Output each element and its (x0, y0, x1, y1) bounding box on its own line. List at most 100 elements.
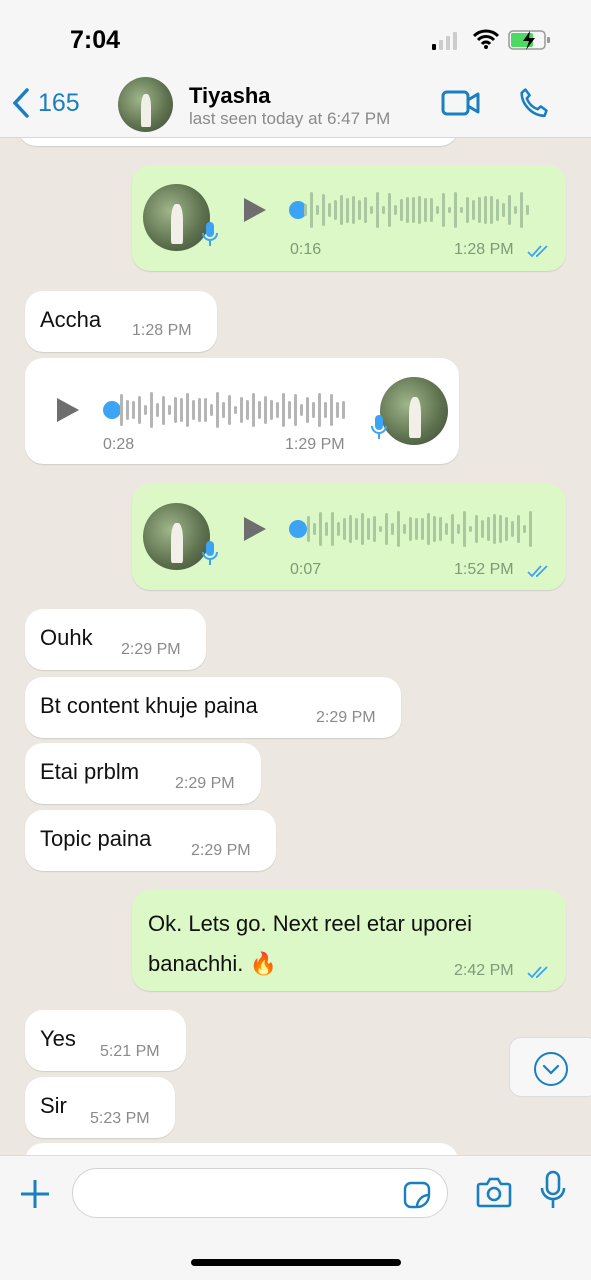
sticker-icon[interactable] (403, 1181, 431, 1209)
microphone-icon[interactable] (539, 1170, 567, 1210)
waveform-bar (448, 206, 451, 214)
message-text: Etai prblm (40, 759, 140, 784)
waveform-bar (370, 206, 373, 214)
waveform-bar (424, 197, 427, 223)
contact-name[interactable]: Tiyasha (189, 83, 271, 109)
read-ticks-icon (527, 245, 548, 258)
waveform-bar (234, 406, 237, 414)
waveform-bar (204, 397, 207, 423)
message-in[interactable]: Accha 1:28 PM (25, 291, 217, 352)
back-button[interactable]: 165 (12, 88, 80, 118)
home-indicator[interactable] (191, 1259, 401, 1266)
waveform-bar (270, 399, 273, 421)
read-ticks-icon (527, 966, 548, 979)
waveform-bar (126, 399, 129, 421)
waveform-bar (421, 517, 424, 541)
scroll-to-bottom-button[interactable] (509, 1037, 591, 1097)
waveform-bar (472, 199, 475, 221)
plus-icon[interactable] (19, 1178, 51, 1210)
voice-message-out[interactable]: 0:07 1:52 PM (132, 484, 566, 590)
last-seen: last seen today at 6:47 PM (189, 109, 391, 128)
waveform-bar (436, 205, 439, 215)
waveform-bar (505, 516, 508, 542)
waveform-bar (427, 513, 430, 545)
status-time: 7:04 (70, 26, 121, 54)
waveform-bar (454, 192, 457, 228)
mic-icon (202, 222, 218, 246)
waveform-bar (307, 516, 310, 542)
sender-avatar (143, 184, 210, 251)
voice-message-out[interactable]: 0:16 1:28 PM (132, 165, 566, 271)
waveform-bar (475, 515, 478, 543)
waveform-bar (216, 392, 219, 428)
waveform-bar (180, 398, 183, 422)
message-time: 2:29 PM (316, 709, 376, 726)
waveform-bar (304, 204, 307, 216)
waveform-bar (343, 518, 346, 540)
waveform-bar (150, 392, 153, 428)
waveform-bar (460, 206, 463, 214)
waveform-bar (340, 195, 343, 225)
waveform-bar (529, 511, 532, 547)
voice-duration: 0:07 (290, 561, 322, 578)
waveform-bar (430, 198, 433, 222)
waveform-bar (192, 400, 195, 420)
waveform-bar (457, 524, 460, 534)
partial-message-bottom (25, 1143, 458, 1155)
waveform-bar (358, 199, 361, 221)
waveform-bar (300, 403, 303, 417)
voice-call-icon[interactable] (516, 86, 550, 120)
mic-icon (202, 541, 218, 565)
play-button[interactable] (57, 398, 79, 422)
waveform (307, 509, 532, 549)
playback-slider[interactable] (289, 520, 307, 538)
waveform (304, 190, 529, 230)
waveform-bar (222, 402, 225, 418)
waveform-bar (264, 396, 267, 424)
waveform-bar (397, 511, 400, 547)
chat-area[interactable]: 0:16 1:28 PM Accha 1:28 PM 0:28 1:29 PM … (0, 138, 591, 1155)
waveform-bar (478, 196, 481, 224)
read-ticks-icon (527, 565, 548, 578)
message-in[interactable]: Topic paina 2:29 PM (25, 810, 276, 871)
waveform-bar (352, 195, 355, 225)
waveform-bar (330, 394, 333, 426)
play-button[interactable] (244, 198, 266, 222)
chevron-down-circle-icon (534, 1052, 568, 1086)
waveform-bar (469, 525, 472, 533)
waveform-bar (439, 516, 442, 542)
message-time: 1:29 PM (285, 436, 345, 453)
message-out[interactable]: Ok. Lets go. Next reel etar uporei banac… (132, 890, 566, 991)
waveform-bar (156, 403, 159, 417)
waveform-bar (394, 205, 397, 215)
composer-bar (0, 1155, 591, 1280)
play-button[interactable] (244, 517, 266, 541)
waveform-bar (312, 402, 315, 418)
message-text: Sir (40, 1093, 67, 1118)
waveform-bar (391, 522, 394, 536)
message-in[interactable]: Yes 5:21 PM (25, 1010, 186, 1071)
waveform-bar (310, 192, 313, 228)
message-input[interactable] (72, 1168, 448, 1218)
message-in[interactable]: Ouhk 2:29 PM (25, 609, 206, 670)
waveform-bar (174, 396, 177, 424)
waveform-bar (517, 515, 520, 543)
waveform-bar (382, 205, 385, 215)
partial-message-top (18, 138, 458, 146)
waveform-bar (322, 194, 325, 226)
message-in[interactable]: Bt content khuje paina 2:29 PM (25, 677, 401, 738)
playback-slider[interactable] (103, 401, 121, 419)
message-time: 2:29 PM (121, 641, 181, 658)
waveform-bar (415, 517, 418, 541)
waveform-bar (258, 401, 261, 419)
message-text: Topic paina (40, 826, 152, 851)
waveform-bar (403, 524, 406, 534)
video-call-icon[interactable] (441, 89, 481, 117)
waveform-bar (385, 512, 388, 546)
voice-message-in[interactable]: 0:28 1:29 PM (25, 358, 459, 464)
message-in[interactable]: Sir 5:23 PM (25, 1077, 175, 1138)
camera-icon[interactable] (476, 1176, 512, 1208)
contact-avatar[interactable] (118, 77, 173, 132)
message-in[interactable]: Etai prblm 2:29 PM (25, 743, 261, 804)
waveform-bar (361, 512, 364, 546)
